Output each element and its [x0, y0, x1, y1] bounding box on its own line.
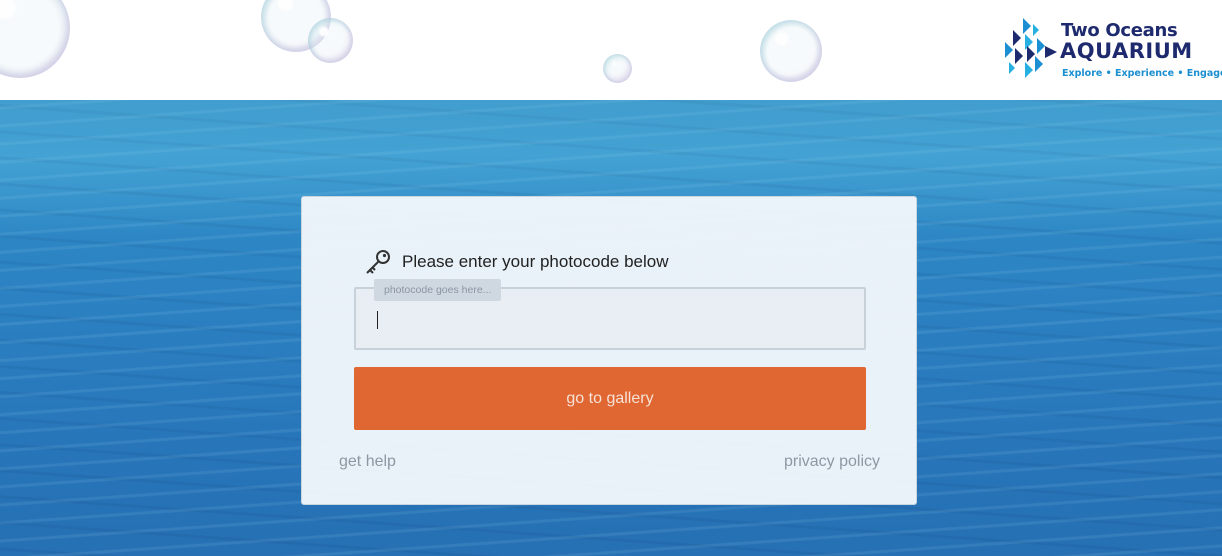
header: Two Oceans AQUARIUM Explore • Experience…	[0, 0, 1222, 100]
placeholder-label: photocode goes here...	[374, 279, 502, 301]
logo-tagline: Explore • Experience • Engage	[1062, 68, 1222, 79]
photocode-card: Please enter your photocode below photoc…	[301, 196, 917, 505]
bubble-decoration	[0, 0, 70, 78]
bubble-decoration	[760, 20, 822, 82]
prompt-label: Please enter your photocode below	[402, 252, 669, 271]
prompt-row: Please enter your photocode below	[364, 247, 669, 277]
text-caret	[377, 311, 378, 329]
get-help-link[interactable]: get help	[339, 453, 396, 471]
logo-title: Two Oceans	[1061, 20, 1178, 41]
fish-logo-icon	[1005, 18, 1057, 78]
brand-logo[interactable]: Two Oceans AQUARIUM Explore • Experience…	[1003, 16, 1222, 80]
logo-subtitle: AQUARIUM	[1060, 39, 1193, 63]
go-to-gallery-button[interactable]: go to gallery	[354, 367, 866, 430]
privacy-policy-link[interactable]: privacy policy	[784, 453, 880, 471]
bubble-decoration	[308, 18, 353, 63]
bubble-decoration	[603, 54, 632, 83]
key-icon	[364, 248, 392, 276]
